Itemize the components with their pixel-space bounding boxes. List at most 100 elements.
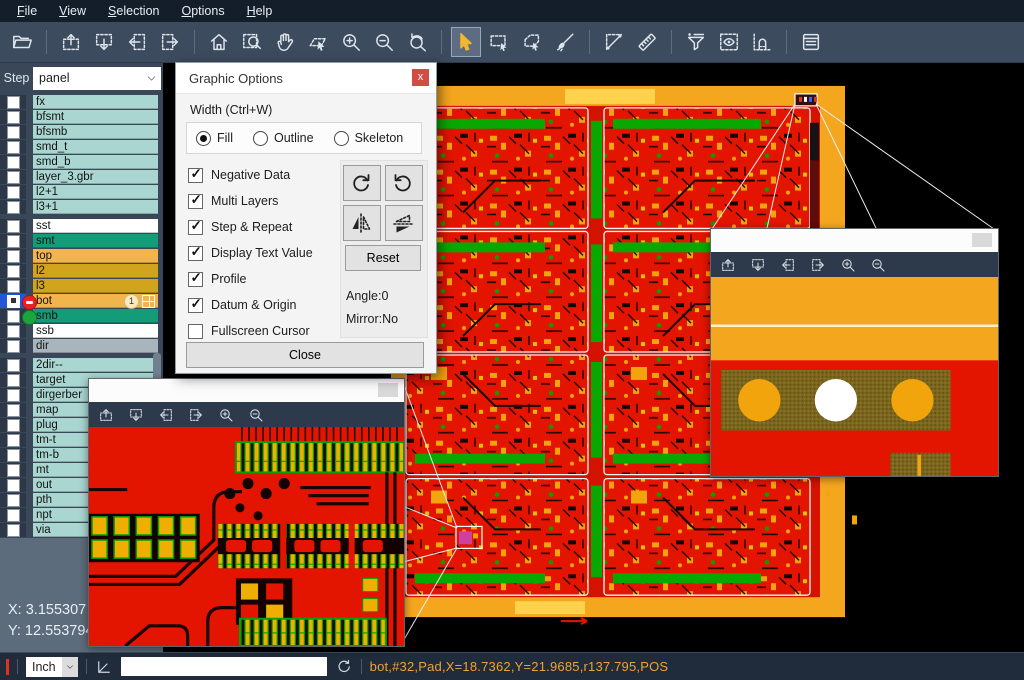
layer-row-l2[interactable]: l2 [0, 264, 163, 278]
layer-name-cell[interactable]: l2+1 [33, 185, 158, 199]
toolbar-button-zoom-selection[interactable] [303, 27, 333, 57]
layer-name-cell[interactable]: 2dir-- [33, 358, 158, 372]
toolbar-button-flip-up[interactable] [56, 27, 86, 57]
layer-visibility-checkbox[interactable] [7, 310, 20, 323]
layer-row-fx[interactable]: fx [0, 95, 163, 109]
magnifier-window-2[interactable] [710, 228, 999, 477]
radio-skeleton[interactable]: Skeleton [334, 131, 404, 146]
layer-name-cell[interactable]: top [33, 249, 158, 263]
magnifier-2-titlebar[interactable] [711, 229, 998, 252]
layer-visibility-checkbox[interactable] [7, 374, 20, 387]
magnifier-1-close-button[interactable] [378, 383, 398, 397]
close-button[interactable]: Close [186, 342, 424, 368]
layer-row-l3[interactable]: l3 [0, 279, 163, 293]
sync-icon[interactable] [335, 658, 353, 676]
layer-visibility-checkbox[interactable] [7, 265, 20, 278]
toolbar-button-ruler[interactable] [632, 27, 662, 57]
toolbar-button-zoom-in[interactable] [336, 27, 366, 57]
toolbar-button-measure[interactable] [599, 27, 629, 57]
radio-fill[interactable]: Fill [196, 131, 233, 146]
layer-visibility-checkbox[interactable] [7, 96, 20, 109]
units-select[interactable]: Inch [26, 657, 78, 677]
magnifier1-flip-right[interactable] [188, 407, 204, 423]
layer-visibility-checkbox[interactable] [7, 171, 20, 184]
layer-name-cell[interactable]: layer_3.gbr [33, 170, 158, 184]
magnifier1-flip-left[interactable] [158, 407, 174, 423]
checkbox-multi-layers[interactable]: Multi Layers [188, 188, 313, 214]
dialog-close-icon[interactable]: x [412, 69, 429, 86]
magnifier2-flip-down[interactable] [750, 257, 766, 273]
layer-name-cell[interactable]: smd_b [33, 155, 158, 169]
magnifier-window-1[interactable] [88, 378, 405, 647]
layer-row-layer_3-gbr[interactable]: layer_3.gbr [0, 170, 163, 184]
layer-row-top[interactable]: top [0, 249, 163, 263]
magnifier2-zoom-out[interactable] [870, 257, 886, 273]
layer-visibility-checkbox[interactable] [7, 524, 20, 537]
layer-visibility-checkbox[interactable] [7, 340, 20, 353]
layer-row-bfsmt[interactable]: bfsmt [0, 110, 163, 124]
layer-name-cell[interactable]: sst [33, 219, 158, 233]
layer-visibility-checkbox[interactable] [7, 111, 20, 124]
layer-row-l3plus1[interactable]: l3+1 [0, 200, 163, 214]
toolbar-button-zoom-window[interactable] [237, 27, 267, 57]
magnifier-2-view[interactable] [711, 277, 998, 476]
toolbar-button-select[interactable] [451, 27, 481, 57]
layer-row-sst[interactable]: sst [0, 219, 163, 233]
checkbox-step-repeat[interactable]: Step & Repeat [188, 214, 313, 240]
radio-outline[interactable]: Outline [253, 131, 314, 146]
layer-name-cell[interactable]: bfsmb [33, 125, 158, 139]
layer-name-cell[interactable]: smd_t [33, 140, 158, 154]
layer-name-cell[interactable]: smb [33, 309, 158, 323]
layer-visibility-checkbox[interactable] [7, 220, 20, 233]
layer-row-smd_t[interactable]: smd_t [0, 140, 163, 154]
layer-visibility-checkbox[interactable] [7, 449, 20, 462]
layer-visibility-checkbox[interactable] [7, 280, 20, 293]
magnifier1-flip-down[interactable] [128, 407, 144, 423]
magnifier2-flip-up[interactable] [720, 257, 736, 273]
toolbar-button-open-file[interactable] [7, 27, 37, 57]
magnifier-2-close-button[interactable] [972, 233, 992, 247]
layer-name-cell[interactable]: smt [33, 234, 158, 248]
menu-file[interactable]: File [6, 2, 48, 20]
menu-view[interactable]: View [48, 2, 97, 20]
toolbar-button-polygon-select[interactable] [517, 27, 547, 57]
layer-visibility-checkbox[interactable] [7, 201, 20, 214]
menu-selection[interactable]: Selection [97, 2, 170, 20]
layer-visibility-checkbox[interactable] [7, 494, 20, 507]
layer-visibility-checkbox[interactable] [7, 250, 20, 263]
rotate-cw[interactable] [343, 165, 381, 201]
checkbox-display-text-value[interactable]: Display Text Value [188, 240, 313, 266]
layer-name-cell[interactable]: l3 [33, 279, 158, 293]
toolbar-button-flip-right[interactable] [155, 27, 185, 57]
layer-row-dir[interactable]: dir [0, 339, 163, 353]
toolbar-button-clean[interactable] [550, 27, 580, 57]
layer-visibility-checkbox[interactable] [7, 479, 20, 492]
toolbar-button-rect-select[interactable] [484, 27, 514, 57]
layer-visibility-checkbox[interactable] [7, 186, 20, 199]
layer-row-2dir--[interactable]: 2dir-- [0, 358, 163, 372]
rotate-ccw[interactable] [385, 165, 423, 201]
layer-visibility-checkbox[interactable] [7, 156, 20, 169]
layer-row-smb[interactable]: smb [0, 309, 163, 323]
layer-visibility-checkbox[interactable] [7, 141, 20, 154]
mirror-vertical[interactable] [343, 205, 381, 241]
layer-visibility-checkbox[interactable] [7, 295, 20, 308]
magnifier1-flip-up[interactable] [98, 407, 114, 423]
layer-row-bot[interactable]: bot 1 [0, 294, 163, 308]
toolbar-button-flip-left[interactable] [122, 27, 152, 57]
mirror-horizontal[interactable] [385, 205, 423, 241]
toolbar-button-layer-list[interactable] [796, 27, 826, 57]
magnifier2-flip-left[interactable] [780, 257, 796, 273]
menu-options[interactable]: Options [170, 2, 235, 20]
command-input[interactable] [121, 657, 327, 676]
magnifier-1-titlebar[interactable] [89, 379, 404, 402]
magnifier-1-view[interactable] [89, 427, 404, 646]
checkbox-datum-origin[interactable]: Datum & Origin [188, 292, 313, 318]
layer-name-cell[interactable]: dir [33, 339, 158, 353]
layer-visibility-checkbox[interactable] [7, 325, 20, 338]
layer-visibility-checkbox[interactable] [7, 126, 20, 139]
layer-name-cell[interactable]: bot 1 [33, 294, 158, 308]
layer-name-cell[interactable]: ssb [33, 324, 158, 338]
layer-row-ssb[interactable]: ssb [0, 324, 163, 338]
menu-help[interactable]: Help [236, 2, 284, 20]
